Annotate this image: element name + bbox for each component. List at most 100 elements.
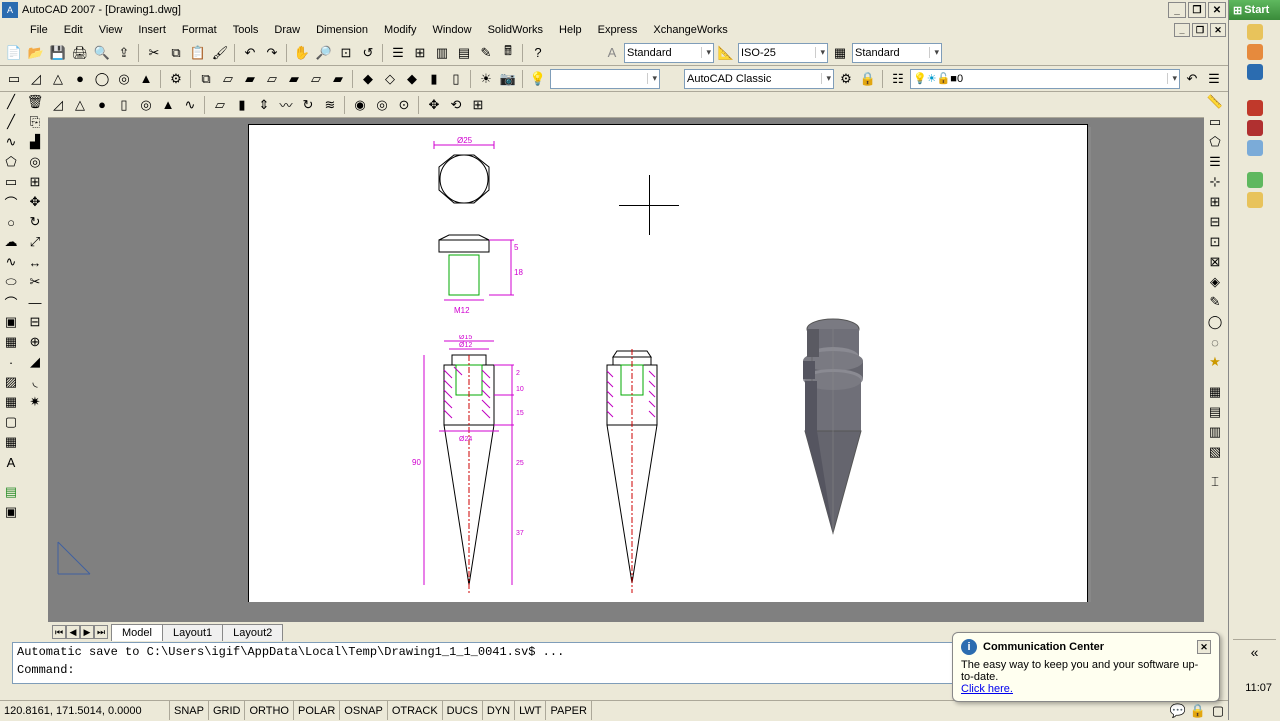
qnew-icon[interactable]: 📄 <box>4 43 24 63</box>
menu-file[interactable]: File <box>22 22 56 38</box>
comm-close-button[interactable]: ✕ <box>1197 640 1211 654</box>
tab-model[interactable]: Model <box>111 624 163 641</box>
copy-icon[interactable]: ⧉ <box>166 43 186 63</box>
toggle-ducs[interactable]: DUCS <box>443 701 483 720</box>
extend-icon[interactable]: — <box>24 292 46 312</box>
light-icon[interactable]: 💡 <box>528 69 548 89</box>
pyramid-icon[interactable]: ▲ <box>136 69 156 89</box>
tray-cube-icon[interactable] <box>1247 120 1263 136</box>
tool-icn7[interactable]: ◯ <box>1204 312 1226 332</box>
pan-icon[interactable]: ✋ <box>292 43 312 63</box>
lock-ui-icon[interactable]: 🔒 <box>1188 701 1208 721</box>
pyramid3d-icon[interactable]: ▲ <box>158 95 178 115</box>
menu-window[interactable]: Window <box>424 22 479 38</box>
faces3-icon[interactable]: ▱ <box>262 69 282 89</box>
toggle-paper[interactable]: PAPER <box>546 701 591 720</box>
menu-draw[interactable]: Draw <box>266 22 308 38</box>
tray-doc-icon[interactable] <box>1247 192 1263 208</box>
move-icon[interactable]: ✥ <box>24 192 46 212</box>
tool-icn9[interactable]: ▦ <box>1204 382 1226 402</box>
subtract-icon[interactable]: ◎ <box>372 95 392 115</box>
start-button[interactable]: Start <box>1229 0 1280 20</box>
polyline-icon[interactable]: ∿ <box>0 132 22 152</box>
rectangle-icon[interactable]: ▭ <box>0 172 22 192</box>
break-icon[interactable]: ⊟ <box>24 312 46 332</box>
tab-layout2[interactable]: Layout2 <box>222 624 283 641</box>
mtext-icon[interactable]: A <box>0 452 22 472</box>
tool-icn5[interactable]: ◈ <box>1204 272 1226 292</box>
menu-edit[interactable]: Edit <box>56 22 91 38</box>
textstyle-a-icon[interactable]: A <box>602 43 622 63</box>
faces5-icon[interactable]: ▱ <box>306 69 326 89</box>
revolve-icon[interactable]: ↻ <box>298 95 318 115</box>
3dmove-icon[interactable]: ✥ <box>424 95 444 115</box>
cut-icon[interactable]: ✂ <box>144 43 164 63</box>
tablestyle-icon[interactable]: ▦ <box>830 43 850 63</box>
close-button[interactable]: ✕ <box>1208 2 1226 18</box>
torus3d-icon[interactable]: ◎ <box>136 95 156 115</box>
tab-layout1[interactable]: Layout1 <box>162 624 223 641</box>
explode-icon[interactable]: ✷ <box>24 392 46 412</box>
menu-solidworks[interactable]: SolidWorks <box>480 22 551 38</box>
cone3d-icon[interactable]: △ <box>70 95 90 115</box>
id-icon[interactable]: ⊹ <box>1204 172 1226 192</box>
menu-tools[interactable]: Tools <box>225 22 267 38</box>
preview-icon[interactable]: 🔍 <box>92 43 112 63</box>
help-icon[interactable]: ? <box>528 43 548 63</box>
gradient-icon[interactable]: ▦ <box>0 392 22 412</box>
menu-insert[interactable]: Insert <box>130 22 174 38</box>
tool-icn4[interactable]: ⊠ <box>1204 252 1226 272</box>
menu-modify[interactable]: Modify <box>376 22 424 38</box>
zoomprev-icon[interactable]: ↺ <box>358 43 378 63</box>
menu-express[interactable]: Express <box>590 22 646 38</box>
save-icon[interactable]: 💾 <box>48 43 68 63</box>
faces6-icon[interactable]: ▰ <box>328 69 348 89</box>
tray-search-icon[interactable] <box>1247 172 1263 188</box>
trim-icon[interactable]: ✂ <box>24 272 46 292</box>
erase-icon[interactable]: 🗑 <box>24 92 46 112</box>
doc-minimize-button[interactable]: _ <box>1174 23 1190 37</box>
dimstyle-icon[interactable]: 📐 <box>716 43 736 63</box>
matchprops-icon[interactable]: 🖌 <box>210 43 230 63</box>
menu-help[interactable]: Help <box>551 22 590 38</box>
polygon-icon[interactable]: ⬠ <box>0 152 22 172</box>
menu-view[interactable]: View <box>91 22 131 38</box>
wedge-icon[interactable]: ◿ <box>26 69 46 89</box>
tray-app-red-icon[interactable] <box>1247 100 1263 116</box>
spline-icon[interactable]: ∿ <box>0 252 22 272</box>
3drotate-icon[interactable]: ⟲ <box>446 95 466 115</box>
menu-xchangeworks[interactable]: XchangeWorks <box>645 22 735 38</box>
wedge3d-icon[interactable]: ◿ <box>48 95 68 115</box>
camera-icon[interactable]: 📷 <box>498 69 518 89</box>
chamfer-icon[interactable]: ◢ <box>24 352 46 372</box>
toggle-grid[interactable]: GRID <box>209 701 246 720</box>
solid5-icon[interactable]: ▯ <box>446 69 466 89</box>
mirror-icon[interactable]: ▟ <box>24 132 46 152</box>
markup-icon[interactable]: ✎ <box>476 43 496 63</box>
paste-icon[interactable]: 📋 <box>188 43 208 63</box>
zoomwin-icon[interactable]: ⊡ <box>336 43 356 63</box>
intersect-icon[interactable]: ⊙ <box>394 95 414 115</box>
tray-folder-icon[interactable] <box>1247 24 1263 40</box>
arc-icon[interactable]: ⌒ <box>0 192 22 212</box>
cone-icon[interactable]: △ <box>48 69 68 89</box>
tab-nav-next[interactable]: ▶ <box>80 625 94 639</box>
box-icon[interactable]: ▭ <box>4 69 24 89</box>
toggle-otrack[interactable]: OTRACK <box>388 701 443 720</box>
drawing-area[interactable]: Ø25 5 18 M12 Ø15 Ø12 <box>48 118 1204 622</box>
tool-icn2[interactable]: ⊟ <box>1204 212 1226 232</box>
calc-icon[interactable]: 🖩 <box>498 43 518 63</box>
tool-palettes-icon[interactable]: ▤ <box>0 482 22 502</box>
solid3-icon[interactable]: ◆ <box>402 69 422 89</box>
toggle-ortho[interactable]: ORTHO <box>245 701 294 720</box>
tool-icn6[interactable]: ✎ <box>1204 292 1226 312</box>
revcloud-icon[interactable]: ☁ <box>0 232 22 252</box>
faces2-icon[interactable]: ▰ <box>240 69 260 89</box>
cylinder-icon[interactable]: ◯ <box>92 69 112 89</box>
insertblock-icon[interactable]: ▣ <box>0 312 22 332</box>
makeblock-icon[interactable]: ▦ <box>0 332 22 352</box>
dim-style-combo[interactable]: ISO-25 <box>738 43 828 63</box>
toggle-snap[interactable]: SNAP <box>170 701 209 720</box>
cleanscreen-icon[interactable]: ▢ <box>1208 701 1228 721</box>
faces4-icon[interactable]: ▰ <box>284 69 304 89</box>
